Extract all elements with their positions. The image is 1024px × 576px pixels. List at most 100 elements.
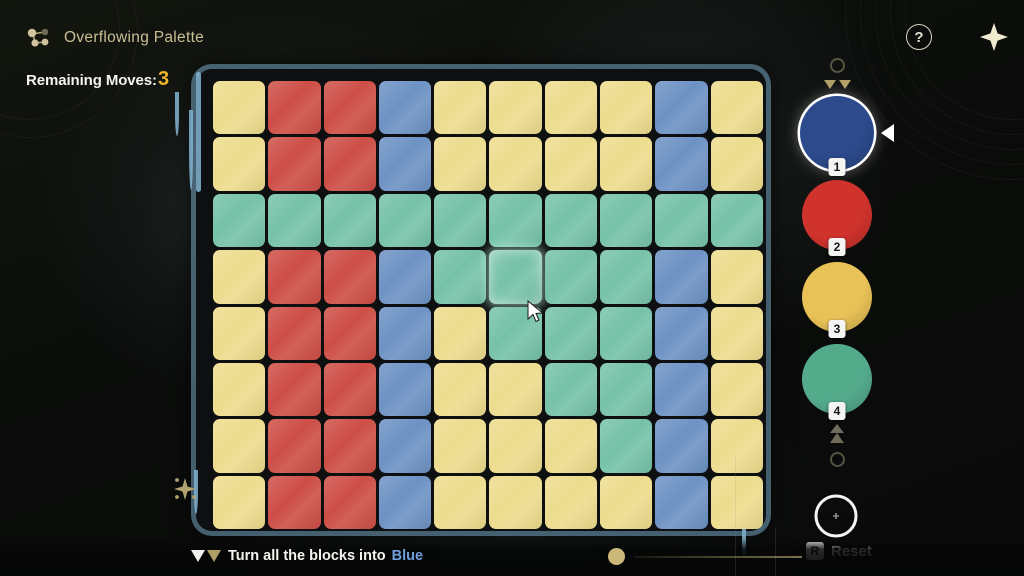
palette-item-blue[interactable]: 1 — [800, 96, 894, 176]
board-cell[interactable] — [323, 362, 376, 417]
board-cell[interactable] — [710, 306, 763, 360]
board-cell[interactable] — [213, 362, 266, 417]
board-cell[interactable] — [323, 306, 376, 360]
board-cell[interactable] — [655, 419, 708, 473]
board-cell[interactable] — [378, 475, 432, 529]
slider-knob[interactable] — [608, 548, 625, 565]
slider-track[interactable] — [634, 555, 802, 558]
palette-color-swatch[interactable]: 4 — [802, 344, 872, 420]
board-cell[interactable] — [655, 362, 708, 417]
board-cell[interactable] — [213, 306, 266, 360]
board-cell[interactable] — [710, 193, 763, 248]
board-cell[interactable] — [268, 193, 321, 248]
help-icon[interactable]: ? — [906, 24, 932, 50]
board-cell[interactable] — [323, 419, 376, 473]
board-cell[interactable] — [544, 137, 598, 191]
board-cell[interactable] — [710, 419, 763, 473]
board-cell[interactable] — [323, 81, 376, 135]
palette-item-red[interactable]: 2 — [800, 178, 874, 256]
board-cell[interactable] — [323, 193, 376, 248]
board-cell[interactable] — [378, 137, 432, 191]
board-cell[interactable] — [544, 362, 598, 417]
board-cell[interactable] — [655, 193, 708, 248]
reload-circular-arrows-icon[interactable] — [814, 494, 858, 538]
board-cell[interactable] — [213, 193, 266, 248]
board-cell[interactable] — [489, 362, 542, 417]
board-cell[interactable] — [600, 137, 653, 191]
board-cell[interactable] — [378, 362, 432, 417]
board-cell[interactable] — [710, 137, 763, 191]
board-cell[interactable] — [489, 193, 542, 248]
palette-color-swatch[interactable]: 1 — [800, 96, 874, 176]
board-cell[interactable] — [600, 306, 653, 360]
board-cell[interactable] — [378, 81, 432, 135]
board-cell[interactable] — [323, 250, 376, 304]
board-cell[interactable] — [323, 137, 376, 191]
board-cell[interactable] — [378, 250, 432, 304]
palette-color-swatch[interactable]: 2 — [802, 180, 872, 256]
chevron-up-icon[interactable] — [800, 424, 874, 444]
board-cell[interactable] — [600, 475, 653, 529]
board-cell[interactable] — [600, 193, 653, 248]
board-cell[interactable] — [655, 250, 708, 304]
board-cell[interactable] — [544, 475, 598, 529]
board-cell[interactable] — [544, 419, 598, 473]
palette-item-yellow[interactable]: 3 — [800, 260, 874, 338]
palette-color-swatch[interactable]: 3 — [802, 262, 872, 338]
board-cell[interactable] — [213, 475, 266, 529]
bottom-slider[interactable] — [608, 548, 802, 565]
color-palette-sidebar[interactable]: 1 2 3 4 — [800, 58, 894, 467]
board-cell[interactable] — [544, 81, 598, 135]
board-cell[interactable] — [544, 193, 598, 248]
board-cell[interactable] — [268, 362, 321, 417]
board-cell[interactable] — [213, 250, 266, 304]
board-cell[interactable] — [213, 81, 266, 135]
board-cell[interactable] — [434, 306, 487, 360]
board-cell[interactable] — [710, 250, 763, 304]
board-cell[interactable] — [213, 419, 266, 473]
board-cell[interactable] — [600, 250, 653, 304]
board-cell[interactable] — [434, 137, 487, 191]
board-cell[interactable] — [268, 475, 321, 529]
board-cell[interactable] — [268, 419, 321, 473]
board-cell[interactable] — [489, 137, 542, 191]
board-cell[interactable] — [489, 475, 542, 529]
board-cell[interactable] — [323, 475, 376, 529]
board-cell[interactable] — [655, 306, 708, 360]
board-cell[interactable] — [710, 81, 763, 135]
remaining-moves: Remaining Moves: 3 — [26, 68, 169, 91]
board-cell[interactable] — [655, 81, 708, 135]
board-cell[interactable] — [378, 306, 432, 360]
board-cell[interactable] — [434, 475, 487, 529]
board-cell[interactable] — [268, 306, 321, 360]
palette-scroll-top-circle-icon[interactable] — [829, 58, 845, 73]
board-cell[interactable] — [655, 475, 708, 529]
palette-item-green[interactable]: 4 — [800, 342, 874, 420]
board-cell[interactable] — [655, 137, 708, 191]
board-cell[interactable] — [489, 419, 542, 473]
board-cell[interactable] — [710, 362, 763, 417]
board-cell[interactable] — [434, 193, 487, 248]
board-cell[interactable] — [489, 81, 542, 135]
board-cell[interactable] — [600, 81, 653, 135]
board-cell[interactable] — [268, 81, 321, 135]
board-cell[interactable] — [434, 81, 487, 135]
board-cell[interactable] — [213, 137, 266, 191]
board-cell[interactable] — [268, 250, 321, 304]
board-cell[interactable] — [378, 419, 432, 473]
palette-scroll-bottom-circle-icon[interactable] — [829, 452, 845, 467]
board-cell[interactable] — [434, 250, 487, 304]
board-cell[interactable] — [489, 250, 542, 304]
chevron-down-icon[interactable] — [800, 79, 874, 90]
board-cell[interactable] — [378, 193, 432, 248]
board-cell[interactable] — [710, 475, 763, 529]
board-cell[interactable] — [600, 419, 653, 473]
board-cell[interactable] — [268, 137, 321, 191]
close-icon[interactable] — [978, 21, 1010, 53]
puzzle-grid[interactable] — [213, 81, 763, 529]
board-cell[interactable] — [434, 419, 487, 473]
board-cell[interactable] — [600, 362, 653, 417]
board-cell[interactable] — [434, 362, 487, 417]
board-cell[interactable] — [544, 306, 598, 360]
board-cell[interactable] — [544, 250, 598, 304]
